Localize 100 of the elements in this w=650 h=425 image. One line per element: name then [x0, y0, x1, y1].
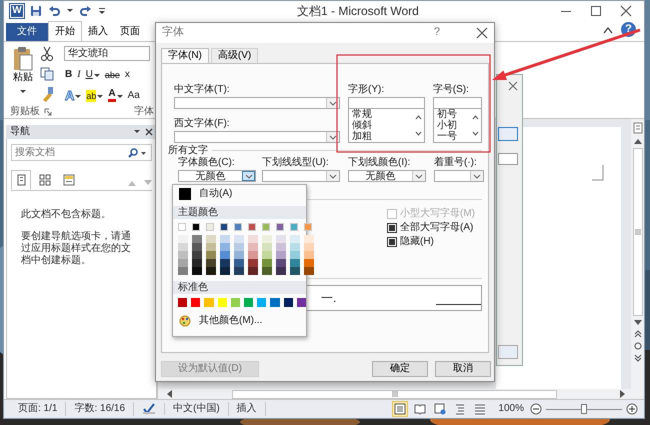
help-button[interactable]: ? — [434, 26, 440, 40]
close-icon[interactable] — [508, 81, 518, 91]
color-swatch[interactable] — [304, 243, 314, 251]
dropdown[interactable]: 无颜色 — [348, 170, 426, 182]
list-item[interactable]: 倾斜 — [352, 120, 413, 131]
color-swatch[interactable] — [284, 298, 293, 307]
list-item[interactable]: 加粗 — [352, 131, 413, 142]
color-swatch[interactable] — [262, 251, 272, 259]
next-page-icon[interactable] — [634, 354, 642, 362]
format-button[interactable]: U — [84, 69, 101, 81]
color-swatch[interactable] — [178, 259, 188, 267]
checkbox[interactable] — [387, 237, 397, 247]
status-item[interactable]: 中文(中国) — [165, 402, 229, 416]
format-button[interactable]: x — [124, 69, 131, 81]
menu-item[interactable]: 自动(A) — [173, 185, 306, 203]
font-name-field[interactable]: 华文琥珀 — [64, 46, 150, 61]
list-item[interactable]: 一号 — [436, 131, 470, 142]
format-button[interactable]: Aa — [126, 90, 141, 102]
color-swatch[interactable] — [296, 298, 306, 307]
left-arrow-icon[interactable] — [166, 390, 172, 398]
dialog-button[interactable]: 确定 — [372, 361, 428, 377]
list-item[interactable]: 常规 — [352, 109, 413, 120]
caret-icon[interactable] — [66, 7, 74, 15]
dropdown[interactable] — [434, 170, 484, 182]
zoom-slider[interactable] — [581, 404, 587, 414]
undo-icon[interactable] — [48, 5, 60, 17]
color-swatch[interactable] — [290, 223, 298, 231]
color-swatch[interactable] — [191, 298, 200, 307]
checkbox[interactable] — [387, 223, 397, 233]
color-swatch[interactable] — [304, 267, 314, 275]
color-swatch[interactable] — [276, 267, 286, 275]
format-button[interactable]: I — [76, 69, 82, 81]
color-swatch[interactable] — [178, 298, 188, 307]
scroll-down-icon[interactable] — [414, 131, 422, 136]
color-swatch[interactable] — [276, 243, 286, 251]
color-swatch[interactable] — [290, 251, 300, 259]
color-swatch[interactable] — [192, 259, 202, 267]
search-icon[interactable] — [128, 148, 138, 158]
list-box[interactable]: 常规 倾斜 加粗 — [348, 108, 425, 143]
caret-icon[interactable] — [133, 128, 141, 136]
scroll-down-icon[interactable] — [472, 131, 479, 136]
color-swatch[interactable] — [234, 251, 244, 259]
color-swatch[interactable] — [234, 259, 244, 267]
dialog-tab[interactable]: 高级(V) — [210, 48, 258, 63]
format-button[interactable]: abe — [104, 69, 121, 81]
color-swatch[interactable] — [220, 267, 230, 275]
dialog-tab[interactable]: 字体(N) — [161, 48, 209, 64]
color-swatch[interactable] — [220, 243, 230, 251]
up-arrow-icon[interactable] — [634, 138, 642, 144]
color-swatch[interactable] — [218, 298, 227, 307]
color-swatch[interactable] — [304, 259, 314, 267]
color-swatch[interactable] — [304, 223, 312, 231]
redo-icon[interactable] — [80, 5, 92, 17]
color-swatch[interactable] — [234, 235, 244, 243]
color-swatch[interactable] — [248, 243, 258, 251]
color-swatch[interactable] — [244, 298, 254, 307]
horizontal-scrollbar[interactable] — [158, 389, 644, 399]
status-item[interactable]: 插入 — [228, 402, 266, 416]
format-button[interactable]: A — [64, 90, 82, 102]
color-swatch[interactable] — [248, 259, 258, 267]
vertical-scrollbar[interactable] — [631, 119, 644, 389]
brush-icon[interactable] — [40, 86, 54, 102]
color-swatch[interactable] — [220, 251, 230, 259]
ribbon-tab[interactable]: 插入 — [82, 23, 114, 41]
color-swatch[interactable] — [262, 243, 272, 251]
color-swatch[interactable] — [179, 188, 191, 200]
proofing-icon[interactable] — [142, 403, 156, 415]
pane-tab[interactable] — [11, 170, 31, 190]
color-swatch[interactable] — [304, 235, 314, 243]
list-item[interactable]: 小初 — [436, 120, 470, 131]
color-swatch[interactable] — [276, 259, 286, 267]
color-swatch[interactable] — [248, 235, 258, 243]
format-button[interactable]: B — [64, 69, 74, 81]
color-swatch[interactable] — [248, 267, 258, 275]
color-swatch[interactable] — [192, 267, 202, 275]
dialog-button[interactable] — [498, 345, 518, 359]
color-swatch[interactable] — [192, 251, 202, 259]
text-field[interactable] — [432, 97, 482, 109]
dropdown[interactable] — [174, 97, 340, 109]
dropdown[interactable] — [174, 131, 340, 143]
color-swatch[interactable] — [178, 251, 188, 259]
color-swatch[interactable] — [230, 298, 240, 307]
color-swatch[interactable] — [178, 267, 188, 275]
dialog-button[interactable] — [498, 127, 518, 141]
close-icon[interactable] — [145, 128, 153, 136]
browse-object-icon[interactable] — [634, 342, 642, 350]
color-swatch[interactable] — [304, 251, 314, 259]
status-item[interactable]: 字数: 16/16 — [66, 402, 134, 416]
scroll-thumb[interactable] — [632, 148, 642, 316]
ribbon-tab[interactable]: 文件 — [6, 23, 48, 41]
color-swatch[interactable] — [178, 235, 188, 243]
color-swatch[interactable] — [290, 259, 300, 267]
color-swatch[interactable] — [204, 298, 214, 307]
color-swatch[interactable] — [220, 223, 228, 231]
color-swatch[interactable] — [234, 223, 242, 231]
color-swatch[interactable] — [220, 235, 230, 243]
right-arrow-icon[interactable] — [620, 390, 626, 398]
previous-page-icon[interactable] — [634, 330, 642, 338]
scroll-thumb[interactable] — [232, 390, 557, 398]
view-button[interactable] — [432, 401, 448, 417]
